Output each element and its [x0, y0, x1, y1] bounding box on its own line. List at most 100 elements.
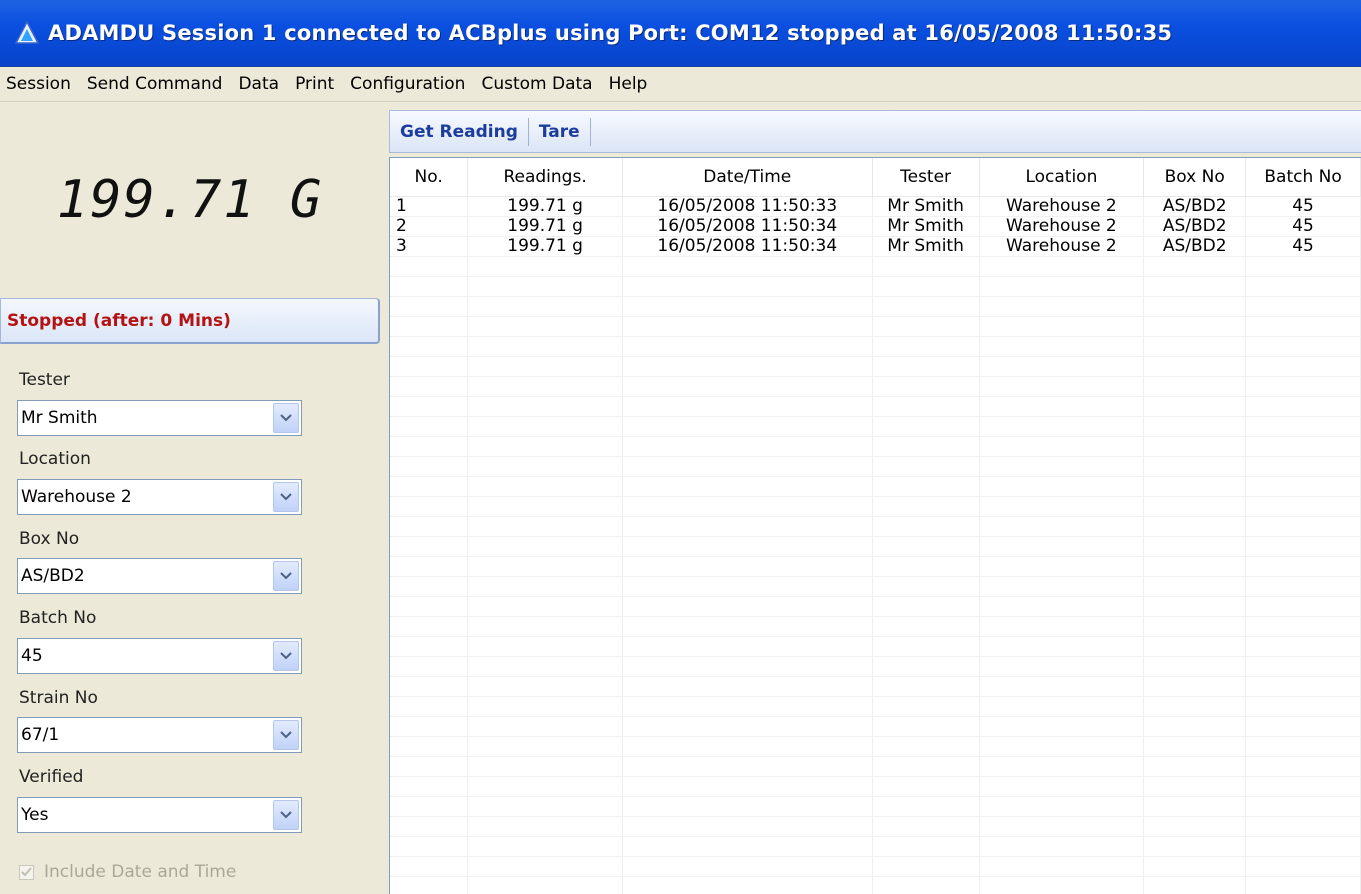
table-row[interactable]: 1 199.71 g 16/05/2008 11:50:33 Mr Smith …	[390, 196, 1361, 217]
empty-cell	[979, 676, 1145, 697]
chevron-down-icon[interactable]	[273, 403, 299, 433]
empty-cell	[622, 656, 873, 677]
empty-cell	[1245, 536, 1361, 557]
empty-cell	[1143, 456, 1247, 477]
cell-no: 1	[390, 196, 469, 217]
empty-cell	[467, 736, 623, 757]
empty-cell	[979, 376, 1145, 397]
empty-cell	[872, 476, 980, 497]
empty-cell	[872, 416, 980, 437]
empty-cell	[467, 536, 623, 557]
empty-cell	[1143, 536, 1247, 557]
empty-cell	[1143, 716, 1247, 737]
col-batch-no[interactable]: Batch No	[1245, 158, 1361, 197]
empty-cell	[622, 576, 873, 597]
location-value: Warehouse 2	[21, 487, 132, 507]
cell-tester: Mr Smith	[872, 196, 980, 217]
empty-cell	[1245, 516, 1361, 537]
status-text: Stopped (after: 0 Mins)	[7, 310, 231, 331]
empty-cell	[390, 396, 469, 417]
empty-cell	[979, 716, 1145, 737]
menu-print[interactable]: Print	[287, 74, 342, 94]
cell-reading: 199.71 g	[467, 216, 623, 237]
col-tester[interactable]: Tester	[872, 158, 980, 197]
chevron-down-icon[interactable]	[273, 720, 299, 750]
empty-cell	[622, 516, 873, 537]
empty-cell	[979, 556, 1145, 577]
empty-cell	[622, 396, 873, 417]
col-datetime[interactable]: Date/Time	[622, 158, 873, 197]
empty-row	[390, 516, 1361, 537]
empty-cell	[622, 316, 873, 337]
get-reading-button[interactable]: Get Reading	[390, 122, 528, 142]
strain-no-select[interactable]: 67/1	[17, 717, 302, 753]
empty-cell	[979, 616, 1145, 637]
menu-send-command[interactable]: Send Command	[79, 74, 231, 94]
empty-cell	[390, 876, 469, 894]
empty-cell	[467, 836, 623, 857]
col-no[interactable]: No.	[390, 158, 469, 197]
empty-cell	[979, 356, 1145, 377]
box-no-label: Box No	[19, 529, 80, 549]
empty-cell	[390, 856, 469, 877]
empty-cell	[467, 756, 623, 777]
empty-cell	[872, 316, 980, 337]
empty-cell	[1143, 316, 1247, 337]
empty-cell	[1143, 476, 1247, 497]
empty-cell	[622, 836, 873, 857]
location-select[interactable]: Warehouse 2	[17, 479, 302, 515]
chevron-down-icon[interactable]	[273, 482, 299, 512]
weight-reading: 199.71 G	[56, 169, 324, 230]
empty-cell	[390, 336, 469, 357]
empty-cell	[622, 496, 873, 517]
title-bar[interactable]: ADAMDU Session 1 connected to ACBplus us…	[0, 0, 1361, 67]
menu-custom-data[interactable]: Custom Data	[473, 74, 600, 94]
cell-datetime: 16/05/2008 11:50:34	[622, 236, 873, 257]
empty-cell	[1143, 736, 1247, 757]
readings-grid[interactable]: No. Readings. Date/Time Tester Location …	[389, 157, 1361, 894]
empty-cell	[979, 436, 1145, 457]
empty-cell	[872, 256, 980, 277]
verified-select[interactable]: Yes	[17, 797, 302, 833]
batch-no-select[interactable]: 45	[17, 638, 302, 674]
empty-cell	[622, 676, 873, 697]
table-row[interactable]: 2 199.71 g 16/05/2008 11:50:34 Mr Smith …	[390, 216, 1361, 237]
empty-cell	[390, 596, 469, 617]
col-readings[interactable]: Readings.	[467, 158, 623, 197]
include-datetime-checkbox[interactable]	[19, 864, 34, 880]
empty-cell	[872, 736, 980, 757]
empty-cell	[622, 636, 873, 657]
chevron-down-icon[interactable]	[273, 800, 299, 830]
empty-cell	[979, 776, 1145, 797]
empty-cell	[467, 456, 623, 477]
menu-help[interactable]: Help	[601, 74, 656, 94]
box-no-select[interactable]: AS/BD2	[17, 558, 302, 594]
cell-datetime: 16/05/2008 11:50:34	[622, 216, 873, 237]
cell-location: Warehouse 2	[979, 236, 1145, 257]
empty-row	[390, 576, 1361, 597]
col-box-no[interactable]: Box No	[1143, 158, 1247, 197]
empty-row	[390, 636, 1361, 657]
empty-cell	[622, 436, 873, 457]
cell-location: Warehouse 2	[979, 216, 1145, 237]
menu-session[interactable]: Session	[0, 74, 79, 94]
chevron-down-icon[interactable]	[273, 641, 299, 671]
empty-cell	[872, 876, 980, 894]
empty-cell	[1245, 576, 1361, 597]
include-datetime-option[interactable]: Include Date and Time	[19, 862, 236, 882]
table-row[interactable]: 3 199.71 g 16/05/2008 11:50:34 Mr Smith …	[390, 236, 1361, 257]
empty-cell	[622, 276, 873, 297]
empty-cell	[390, 276, 469, 297]
chevron-down-icon[interactable]	[273, 561, 299, 591]
menu-configuration[interactable]: Configuration	[342, 74, 473, 94]
empty-cell	[467, 656, 623, 677]
col-location[interactable]: Location	[979, 158, 1145, 197]
empty-cell	[872, 676, 980, 697]
empty-row	[390, 416, 1361, 437]
menu-data[interactable]: Data	[230, 74, 287, 94]
empty-cell	[872, 556, 980, 577]
empty-cell	[467, 676, 623, 697]
tester-select[interactable]: Mr Smith	[17, 400, 302, 436]
empty-cell	[979, 476, 1145, 497]
tare-button[interactable]: Tare	[529, 122, 590, 142]
